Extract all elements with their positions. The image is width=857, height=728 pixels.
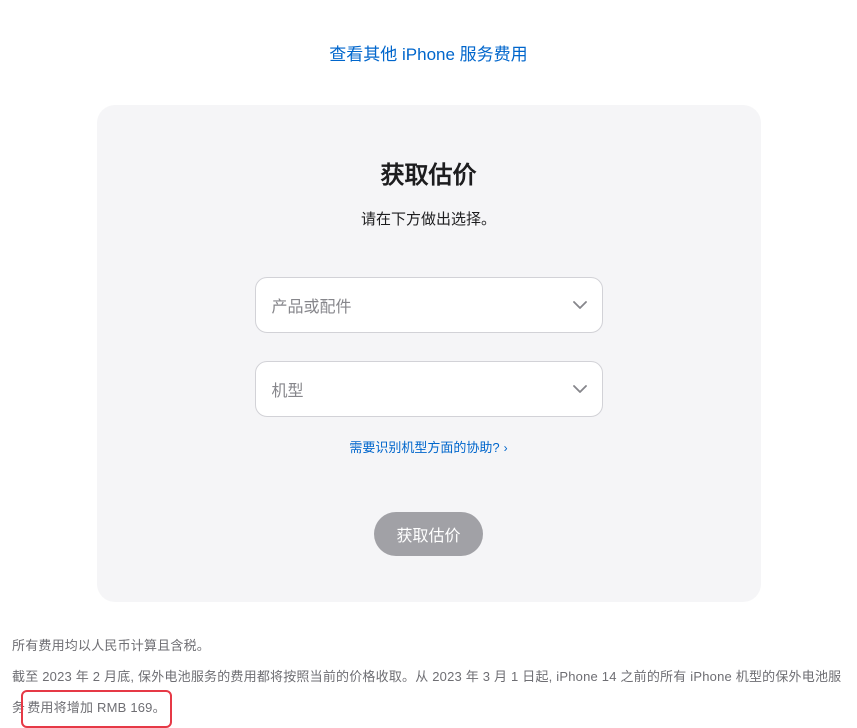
footer-line-2: 截至 2023 年 2 月底, 保外电池服务的费用都将按照当前的价格收取。从 2… — [12, 661, 845, 723]
other-iphone-fees-link[interactable]: 查看其他 iPhone 服务费用 — [10, 40, 847, 65]
help-link-text: 需要识别机型方面的协助? — [349, 440, 499, 455]
card-subtitle: 请在下方做出选择。 — [137, 208, 721, 229]
estimate-card: 获取估价 请在下方做出选择。 产品或配件 机型 需要识别机型方面的协助? › 获取… — [97, 105, 761, 602]
footer-highlight-text: 费用将增加 RMB 169。 — [25, 700, 168, 715]
product-select-wrap: 产品或配件 — [255, 277, 603, 333]
footer-line-2b-pre: 务 — [12, 700, 25, 715]
get-estimate-button[interactable]: 获取估价 — [374, 512, 482, 556]
product-select-placeholder: 产品或配件 — [272, 293, 352, 317]
footer-line-1: 所有费用均以人民币计算且含税。 — [12, 630, 845, 661]
product-select[interactable]: 产品或配件 — [255, 277, 603, 333]
chevron-right-icon: › — [504, 441, 508, 455]
model-select[interactable]: 机型 — [255, 361, 603, 417]
model-help-link[interactable]: 需要识别机型方面的协助? › — [137, 437, 721, 456]
model-select-wrap: 机型 — [255, 361, 603, 417]
footer-notes: 所有费用均以人民币计算且含税。 截至 2023 年 2 月底, 保外电池服务的费… — [10, 630, 847, 724]
card-title: 获取估价 — [137, 155, 721, 190]
footer-line-2a: 截至 2023 年 2 月底, 保外电池服务的费用都将按照当前的价格收取。从 2… — [12, 669, 841, 684]
model-select-placeholder: 机型 — [272, 377, 304, 401]
